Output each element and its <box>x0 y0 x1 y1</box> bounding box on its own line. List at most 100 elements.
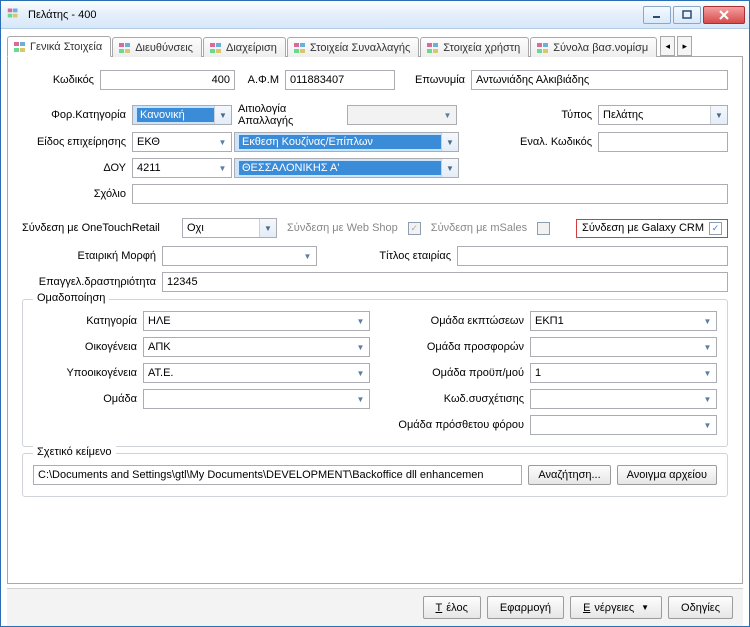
correlation-code-combo[interactable]: ▼ <box>530 389 717 409</box>
doy-combo[interactable]: 4211▼ <box>132 158 232 178</box>
addtax-group-combo[interactable]: ▼ <box>530 415 717 435</box>
tab-addresses[interactable]: Διευθύνσεις <box>112 37 202 57</box>
chevron-down-icon: ▼ <box>299 247 316 265</box>
chevron-down-icon: ▼ <box>641 603 649 612</box>
tab-general[interactable]: Γενικά Στοιχεία <box>7 36 111 57</box>
correlation-code-label: Κωδ.συσχέτισης <box>380 393 530 405</box>
tab-label: Διαχείριση <box>226 42 277 54</box>
galaxy-crm-highlight: Σύνδεση με Galaxy CRM ✓ <box>576 219 728 238</box>
open-file-button[interactable]: Ανοιγμα αρχείου <box>617 465 717 485</box>
chevron-down-icon: ▼ <box>352 312 369 330</box>
tab-scroll-left[interactable]: ◂ <box>660 36 675 56</box>
webshop-link-label: Σύνδεση με Web Shop <box>287 222 398 234</box>
msales-checkbox <box>537 222 550 235</box>
tab-icon <box>294 42 306 54</box>
galaxy-checkbox[interactable]: ✓ <box>709 222 722 235</box>
chevron-down-icon: ▼ <box>214 159 231 177</box>
chevron-down-icon: ▼ <box>214 133 231 151</box>
chevron-down-icon: ▼ <box>439 106 456 124</box>
tab-user-info[interactable]: Στοιχεία χρήστη <box>420 37 529 57</box>
altcode-label: Εναλ. Κωδικός <box>508 136 598 148</box>
tab-icon <box>427 42 439 54</box>
name-input[interactable] <box>471 70 728 90</box>
type-combo[interactable]: Πελάτης▼ <box>598 105 728 125</box>
business-type-combo[interactable]: ΕΚΘ▼ <box>132 132 232 152</box>
taxcat-label: Φορ.Κατηγορία <box>22 109 132 121</box>
group-label: Ομάδα <box>33 393 143 405</box>
category-combo[interactable]: ΗΛΕ▼ <box>143 311 370 331</box>
otr-link-label: Σύνδεση με OneTouchRetail <box>22 222 172 234</box>
apply-button[interactable]: Εφαρμογή <box>487 596 564 619</box>
doy-label: ΔΟΥ <box>22 162 132 174</box>
tab-scroll-right[interactable]: ▸ <box>677 36 692 56</box>
minimize-button[interactable] <box>643 6 671 24</box>
altcode-input[interactable] <box>598 132 728 152</box>
offer-group-label: Ομάδα προσφορών <box>380 341 530 353</box>
related-text-path[interactable] <box>33 465 522 485</box>
subfamily-combo[interactable]: ΑΤ.Ε.▼ <box>143 363 370 383</box>
tab-label: Σύνολα βασ.νομίσμ <box>553 42 648 54</box>
msales-link-label: Σύνδεση με mSales <box>431 222 527 234</box>
addtax-group-label: Ομάδα πρόσθετου φόρου <box>380 419 530 431</box>
tab-label: Στοιχεία χρήστη <box>443 42 520 54</box>
chevron-down-icon: ▼ <box>699 312 716 330</box>
maximize-button[interactable] <box>673 6 701 24</box>
code-label: Κωδικός <box>22 74 100 86</box>
vat-input[interactable] <box>285 70 395 90</box>
related-text-group: Σχετικό κείμενο Αναζήτηση... Ανοιγμα αρχ… <box>22 453 728 497</box>
actions-button[interactable]: Ενέργειες▼ <box>570 596 662 619</box>
browse-button[interactable]: Αναζήτηση... <box>528 465 610 485</box>
title-bar[interactable]: Πελάτης - 400 <box>1 1 749 29</box>
app-window: Πελάτης - 400 Γενικά Στοιχεία Διευθύνσει… <box>0 0 750 627</box>
activity-input[interactable] <box>162 272 728 292</box>
tab-label: Διευθύνσεις <box>135 42 193 54</box>
chevron-down-icon: ▼ <box>352 390 369 408</box>
discount-group-label: Ομάδα εκπτώσεων <box>380 315 530 327</box>
budget-group-label: Ομάδα προϋπ/μού <box>380 367 530 379</box>
related-text-legend: Σχετικό κείμενο <box>33 446 116 458</box>
business-type-desc[interactable]: Εκθεση Κουζίνας/Επίπλων▼ <box>234 132 459 152</box>
webshop-checkbox: ✓ <box>408 222 421 235</box>
doy-desc[interactable]: ΘΕΣΣΑΛΟΝΙΚΗΣ Α'▼ <box>234 158 459 178</box>
code-input[interactable] <box>100 70 235 90</box>
discount-group-combo[interactable]: ΕΚΠ1▼ <box>530 311 717 331</box>
subfamily-label: Υποοικογένεια <box>33 367 143 379</box>
company-title-input[interactable] <box>457 246 728 266</box>
comment-label: Σχόλιο <box>22 188 132 200</box>
budget-group-combo[interactable]: 1▼ <box>530 363 717 383</box>
dialog-footer: Τέλος Εφαρμογή Ενέργειες▼ Οδηγίες <box>7 588 743 626</box>
family-combo[interactable]: ΑΠΚ▼ <box>143 337 370 357</box>
tab-bar: Γενικά Στοιχεία Διευθύνσεις Διαχείριση Σ… <box>7 35 743 57</box>
grouping-legend: Ομαδοποίηση <box>33 292 109 304</box>
tab-transaction-info[interactable]: Στοιχεία Συναλλαγής <box>287 37 419 57</box>
chevron-down-icon: ▼ <box>441 159 458 177</box>
comment-input[interactable] <box>132 184 728 204</box>
galaxy-link-label: Σύνδεση με Galaxy CRM <box>582 222 704 234</box>
chevron-down-icon: ▼ <box>352 338 369 356</box>
company-title-label: Τίτλος εταιρίας <box>317 250 457 262</box>
tab-label: Στοιχεία Συναλλαγής <box>310 42 410 54</box>
chevron-down-icon: ▼ <box>214 106 231 124</box>
tab-content-general: Κωδικός Α.Φ.Μ Επωνυμία Φορ.Κατηγορία Καν… <box>7 57 743 584</box>
close-button[interactable] <box>703 6 745 24</box>
offer-group-combo[interactable]: ▼ <box>530 337 717 357</box>
otr-link-combo[interactable]: Οχι▼ <box>182 218 277 238</box>
company-form-combo[interactable]: ▼ <box>162 246 317 266</box>
tab-base-currency-totals[interactable]: Σύνολα βασ.νομίσμ <box>530 37 657 57</box>
chevron-down-icon: ▼ <box>259 219 276 237</box>
close-dialog-button[interactable]: Τέλος <box>423 596 481 619</box>
tab-icon <box>14 41 26 53</box>
exempt-reason-combo[interactable]: ▼ <box>347 105 457 125</box>
chevron-down-icon: ▼ <box>699 390 716 408</box>
tab-icon <box>210 42 222 54</box>
taxcat-combo[interactable]: Κανονική▼ <box>132 105 232 125</box>
help-button[interactable]: Οδηγίες <box>668 596 733 619</box>
tab-management[interactable]: Διαχείριση <box>203 37 286 57</box>
category-label: Κατηγορία <box>33 315 143 327</box>
chevron-down-icon: ▼ <box>699 416 716 434</box>
tab-icon <box>537 42 549 54</box>
group-combo[interactable]: ▼ <box>143 389 370 409</box>
tab-label: Γενικά Στοιχεία <box>30 41 102 53</box>
type-label: Τύπος <box>548 109 598 121</box>
chevron-down-icon: ▼ <box>441 133 458 151</box>
